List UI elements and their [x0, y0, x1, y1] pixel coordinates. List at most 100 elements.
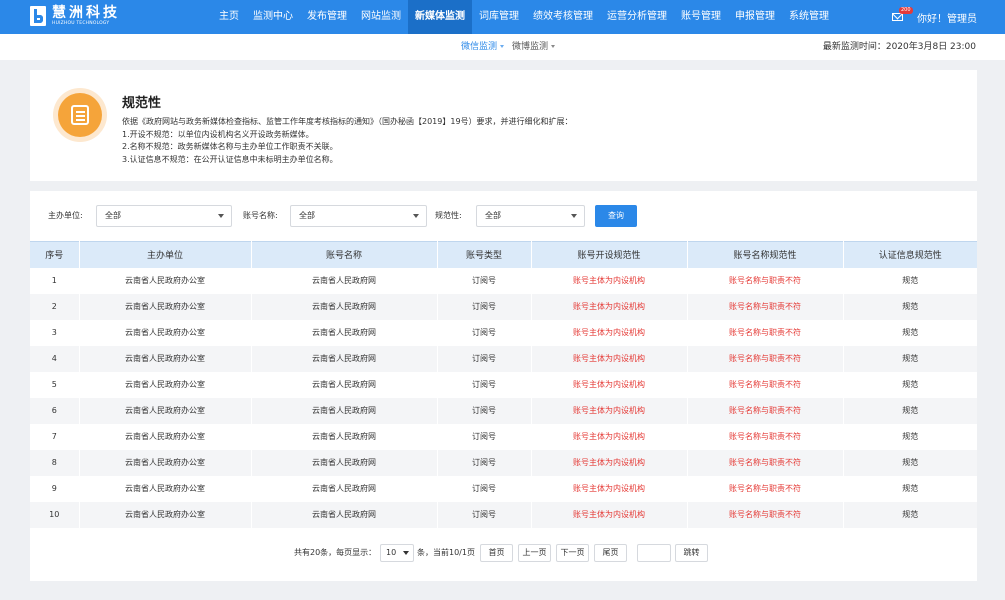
next-page-button[interactable]: 下一页 — [556, 544, 589, 562]
filter-bar: 主办单位: 全部 账号名称: 全部 规范性: 全部 查询 — [30, 205, 977, 227]
col-header-cert-norm: 认证信息规范性 — [878, 251, 942, 262]
cell-index: 4 — [30, 345, 80, 372]
norm-filter-label: 规范性: — [435, 211, 462, 220]
cell-cert-norm: 规范 — [902, 484, 919, 493]
cell-name-norm: 账号名称与职责不符 — [687, 345, 844, 372]
cell-opening-norm: 账号主体为内设机构 — [531, 501, 688, 528]
brand-subtitle: HUIZHOU TECHNOLOGY — [52, 21, 110, 26]
chevron-down-icon — [218, 214, 224, 218]
latest-monitor-time: 最新监测时间：2020年3月8日 23:00 — [822, 42, 976, 52]
cell-org: 云南省人民政府办公室 — [79, 267, 252, 294]
nav-item[interactable]: 新媒体监测 — [408, 0, 472, 34]
cell-type: 订阅号 — [437, 423, 532, 450]
cell-opening-norm: 账号主体为内设机构 — [531, 475, 688, 502]
chevron-down-icon — [403, 551, 409, 555]
info-line: 依据《政府网站与政务新媒体检查指标、监管工作年度考核指标的通知》（国办秘函【20… — [122, 117, 573, 126]
nav-item[interactable]: 监测中心 — [246, 0, 300, 34]
cell-cert-norm: 规范 — [902, 380, 919, 389]
page-size-select[interactable]: 10 — [380, 544, 414, 562]
jump-button[interactable]: 跳转 — [675, 544, 708, 562]
brand-logo[interactable]: 慧洲科技 HUIZHOU TECHNOLOGY — [30, 6, 120, 27]
info-line: 3.认证信息不规范：在公开认证信息中未标明主办单位名称。 — [122, 154, 338, 164]
nav-item[interactable]: 词库管理 — [472, 0, 526, 34]
account-filter-select[interactable]: 全部 — [290, 205, 427, 227]
info-description: 依据《政府网站与政务新媒体检查指标、监管工作年度考核指标的通知》（国办秘函【20… — [122, 116, 573, 166]
nav-item[interactable]: 发布管理 — [300, 0, 354, 34]
chevron-down-icon — [500, 45, 505, 48]
cell-type: 订阅号 — [437, 475, 532, 502]
nav-item[interactable]: 运营分析管理 — [600, 0, 674, 34]
chevron-down-icon — [413, 214, 419, 218]
nav-item[interactable]: 账号管理 — [674, 0, 728, 34]
table-row: 2 云南省人民政府办公室 云南省人民政府网 订阅号 账号主体为内设机构 账号名称与职责不符… — [30, 293, 977, 320]
table-row: 5 云南省人民政府办公室 云南省人民政府网 订阅号 账号主体为内设机构 账号名称与职责不符… — [30, 371, 977, 398]
cell-account: 云南省人民政府网 — [251, 449, 438, 476]
org-filter-select[interactable]: 全部 — [96, 205, 232, 227]
cell-name-norm: 账号名称与职责不符 — [687, 293, 844, 320]
norm-filter-select[interactable]: 全部 — [476, 205, 585, 227]
cell-index: 3 — [30, 319, 80, 346]
info-line: 1.开设不规范：以单位内设机构名义开设政务新媒体。 — [122, 129, 314, 139]
user-greeting[interactable]: 你好！管理员 — [917, 10, 977, 25]
nav-item[interactable]: 系统管理 — [782, 0, 836, 34]
info-line: 2.名称不规范：政务新媒体名称与主办单位工作职责不关联。 — [122, 142, 338, 152]
cell-index: 2 — [30, 293, 80, 320]
col-header-opening-norm: 账号开设规范性 — [531, 241, 688, 268]
tab-wechat-monitor[interactable]: 微信监测 — [461, 34, 505, 60]
col-header-type: 账号类型 — [437, 241, 532, 268]
cell-name-norm: 账号名称与职责不符 — [687, 501, 844, 528]
pager-status: 条，当前10/1页 — [417, 548, 475, 557]
cell-cert-norm: 规范 — [902, 354, 919, 363]
table-row: 8 云南省人民政府办公室 云南省人民政府网 订阅号 账号主体为内设机构 账号名称与职责不符… — [30, 449, 977, 476]
last-page-button[interactable]: 尾页 — [594, 544, 627, 562]
cell-type: 订阅号 — [437, 345, 532, 372]
cell-name-norm: 账号名称与职责不符 — [687, 319, 844, 346]
brand-mark-icon — [30, 6, 46, 27]
user-zone: 200 你好！管理员 — [892, 0, 977, 34]
page-title: 规范性 — [122, 96, 162, 111]
chevron-down-icon — [551, 45, 556, 48]
table-row: 10 云南省人民政府办公室 云南省人民政府网 订阅号 账号主体为内设机构 账号名称与职责不… — [30, 501, 977, 528]
query-button[interactable]: 查询 — [595, 205, 637, 227]
table-row: 1 云南省人民政府办公室 云南省人民政府网 订阅号 账号主体为内设机构 账号名称与职责不符… — [30, 267, 977, 294]
mail-icon[interactable]: 200 — [892, 7, 913, 21]
cell-type: 订阅号 — [437, 319, 532, 346]
cell-account: 云南省人民政府网 — [251, 371, 438, 398]
cell-org: 云南省人民政府办公室 — [79, 423, 252, 450]
cell-opening-norm: 账号主体为内设机构 — [531, 293, 688, 320]
cell-type: 订阅号 — [437, 293, 532, 320]
cell-name-norm: 账号名称与职责不符 — [687, 397, 844, 424]
cell-name-norm: 账号名称与职责不符 — [687, 475, 844, 502]
cell-org: 云南省人民政府办公室 — [79, 293, 252, 320]
results-table: 序号 主办单位 账号名称 账号类型 账号开设规范性 账号名称规范性 认证信息规范… — [30, 241, 977, 528]
cell-account: 云南省人民政府网 — [251, 501, 438, 528]
prev-page-button[interactable]: 上一页 — [518, 544, 551, 562]
cell-name-norm: 账号名称与职责不符 — [687, 423, 844, 450]
col-header-account: 账号名称 — [251, 241, 438, 268]
cell-index: 6 — [30, 397, 80, 424]
pagination: 共有20条，每页显示： 10 条，当前10/1页 首页 上一页 下一页 尾页 跳… — [30, 544, 977, 562]
cell-opening-norm: 账号主体为内设机构 — [531, 345, 688, 372]
cell-opening-norm: 账号主体为内设机构 — [531, 371, 688, 398]
nav-item[interactable]: 网站监测 — [354, 0, 408, 34]
cell-type: 订阅号 — [437, 397, 532, 424]
cell-account: 云南省人民政府网 — [251, 293, 438, 320]
cell-org: 云南省人民政府办公室 — [79, 501, 252, 528]
cell-cert-norm: 规范 — [902, 432, 919, 441]
brand-name: 慧洲科技 — [52, 5, 120, 21]
top-navbar: 慧洲科技 HUIZHOU TECHNOLOGY 主页 监测中心 发布管理 网站监测 新媒… — [0, 0, 1005, 34]
table-row: 6 云南省人民政府办公室 云南省人民政府网 订阅号 账号主体为内设机构 账号名称与职责不符… — [30, 397, 977, 424]
first-page-button[interactable]: 首页 — [480, 544, 513, 562]
page-number-input[interactable] — [637, 544, 671, 562]
cell-cert-norm: 规范 — [902, 458, 919, 467]
table-header-row: 序号 主办单位 账号名称 账号类型 账号开设规范性 账号名称规范性 认证信息规范… — [30, 241, 977, 268]
tab-weibo-monitor[interactable]: 微博监测 — [512, 34, 556, 60]
nav-item[interactable]: 主页 — [212, 0, 246, 34]
cell-index: 9 — [30, 475, 80, 502]
nav-item[interactable]: 绩效考核管理 — [526, 0, 600, 34]
cell-org: 云南省人民政府办公室 — [79, 475, 252, 502]
cell-org: 云南省人民政府办公室 — [79, 397, 252, 424]
col-header-index: 序号 — [30, 241, 80, 268]
cell-index: 10 — [30, 501, 80, 528]
nav-item[interactable]: 申报管理 — [728, 0, 782, 34]
